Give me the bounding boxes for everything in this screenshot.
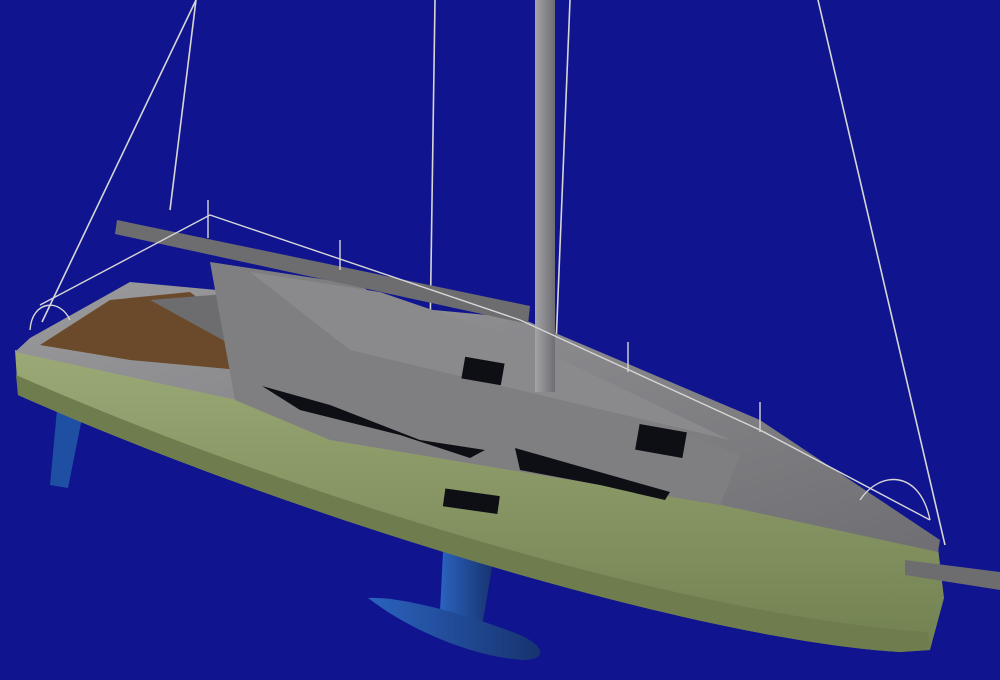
mast: [535, 0, 555, 392]
sailboat-render: [0, 0, 1000, 680]
sailboat-render-scene: [0, 0, 1000, 680]
